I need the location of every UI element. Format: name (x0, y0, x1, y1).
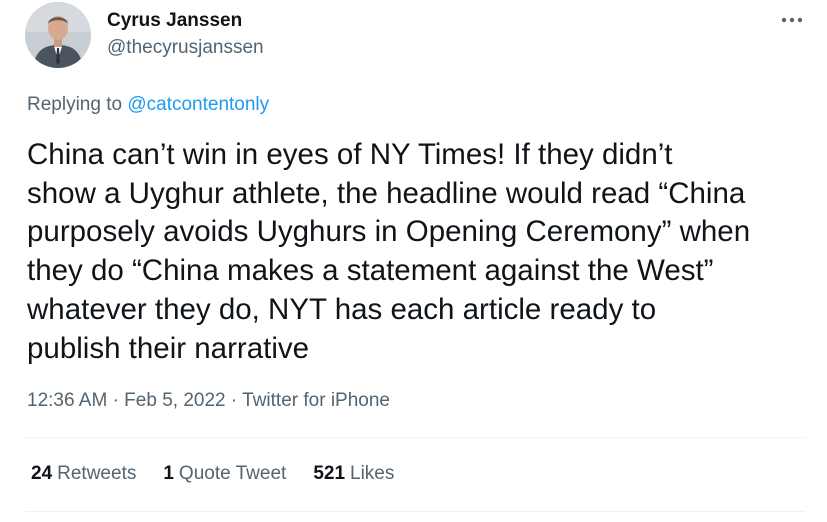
meta-separator: · (112, 390, 119, 411)
replying-to: Replying to @catcontentonly (27, 93, 269, 117)
quote-tweets-stat[interactable]: 1 Quote Tweet (163, 462, 286, 486)
tweet-date[interactable]: Feb 5, 2022 (124, 390, 225, 411)
likes-count: 521 (313, 463, 346, 484)
tweet-text: China can’t win in eyes of NY Times! If … (27, 138, 751, 365)
author-block: Cyrus Janssen @thecyrusjanssen (107, 10, 264, 59)
avatar-photo-icon (25, 2, 91, 68)
quote-tweets-count: 1 (163, 463, 174, 484)
author-handle[interactable]: @thecyrusjanssen (107, 37, 264, 59)
likes-stat[interactable]: 521 Likes (313, 462, 394, 486)
tweet-time[interactable]: 12:36 AM (27, 390, 107, 411)
likes-label: Likes (350, 463, 395, 484)
more-options-icon (781, 17, 803, 23)
retweets-label: Retweets (57, 463, 137, 484)
tweet-meta: 12:36 AM · Feb 5, 2022 · Twitter for iPh… (27, 389, 390, 413)
more-options-button[interactable] (774, 6, 810, 34)
author-display-name[interactable]: Cyrus Janssen (107, 10, 264, 32)
quote-tweets-label: Quote Tweet (178, 463, 287, 484)
replying-to-label: Replying to (27, 94, 123, 115)
retweets-count: 24 (31, 463, 53, 484)
engagement-stats: 24 Retweets 1 Quote Tweet 521 Likes (31, 462, 421, 486)
meta-separator: · (230, 390, 238, 411)
retweets-stat[interactable]: 24 Retweets (31, 462, 136, 486)
divider (25, 437, 805, 438)
tweet-detail: Cyrus Janssen @thecyrusjanssen Replying … (0, 0, 827, 522)
divider (25, 511, 805, 512)
tweet-source[interactable]: Twitter for iPhone (242, 390, 390, 411)
reply-mention-link[interactable]: @catcontentonly (127, 94, 269, 115)
avatar[interactable] (25, 2, 91, 68)
